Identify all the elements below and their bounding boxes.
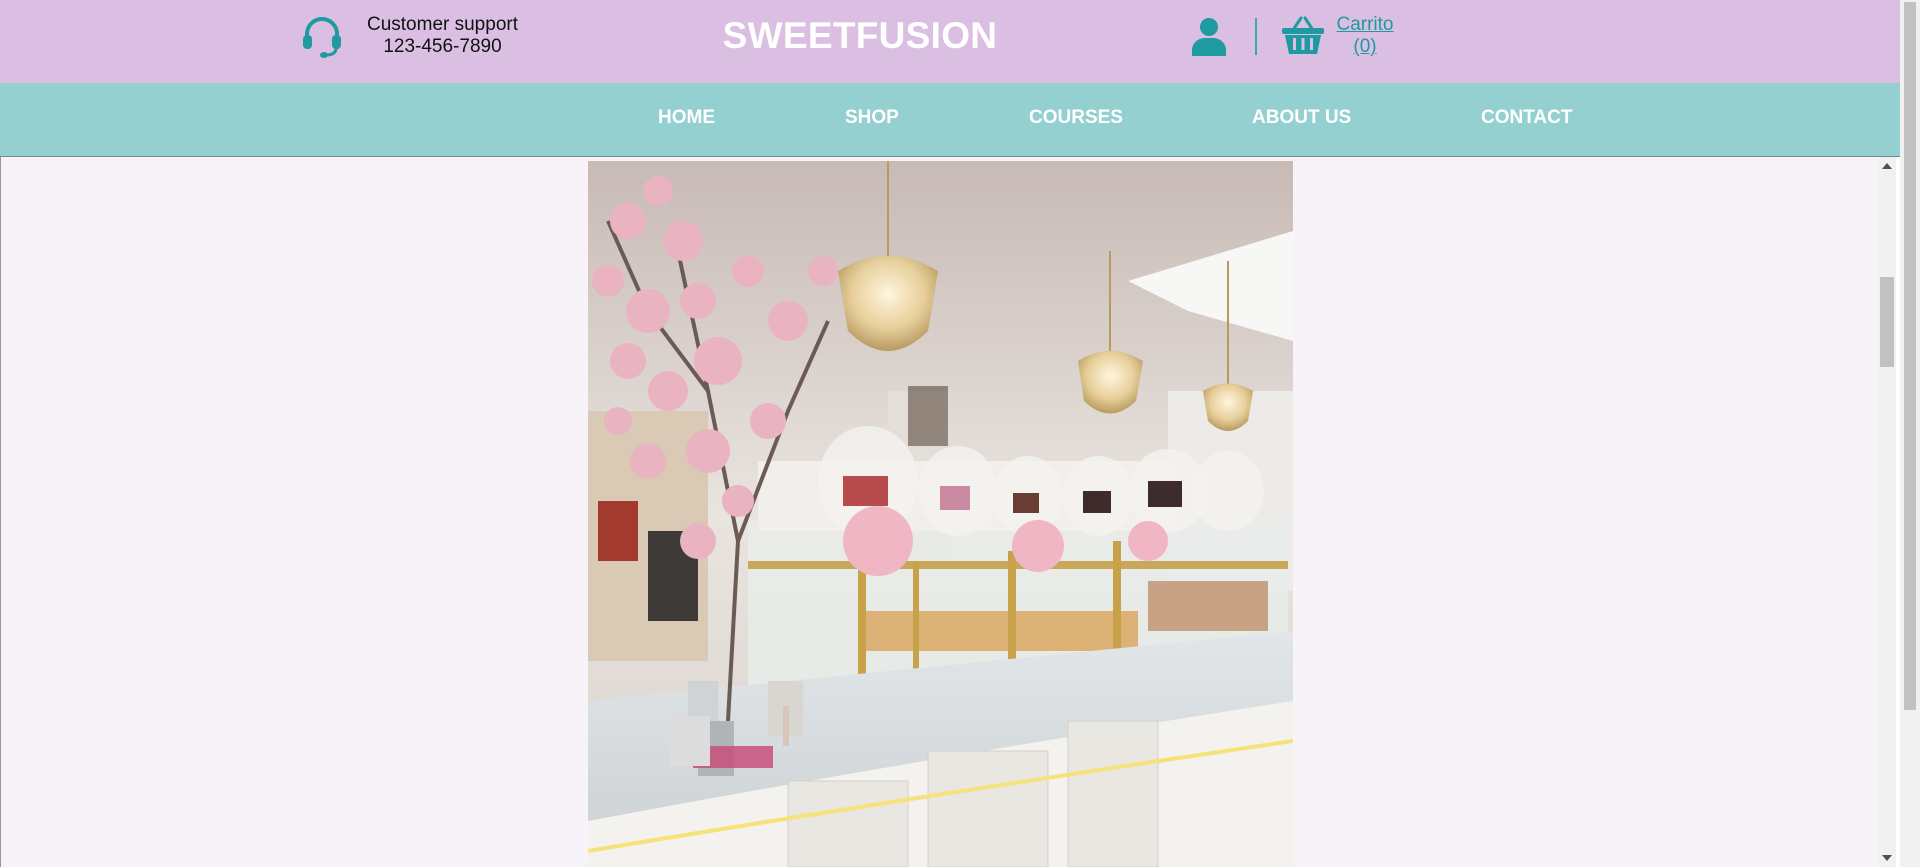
page-scroll-thumb[interactable]: [1904, 2, 1916, 710]
user-icon[interactable]: [1190, 16, 1228, 56]
main-content: [0, 157, 1879, 867]
content-scrollbar[interactable]: [1878, 157, 1896, 867]
cart-label: Carrito: [1336, 14, 1394, 35]
nav-home[interactable]: HOME: [658, 107, 715, 129]
nav-courses[interactable]: COURSES: [1029, 107, 1123, 129]
brand-logo[interactable]: SWEETFUSION: [710, 14, 1010, 58]
customer-support: Customer support 123-456-7890: [360, 14, 525, 58]
basket-icon[interactable]: [1280, 14, 1326, 56]
page-scrollbar[interactable]: [1900, 0, 1920, 867]
nav-contact[interactable]: CONTACT: [1481, 107, 1572, 129]
support-label: Customer support: [366, 14, 518, 35]
bakery-interior-photo: [588, 161, 1293, 867]
header-divider: [1255, 18, 1257, 55]
top-header: Customer support 123-456-7890 SWEETFUSIO…: [0, 0, 1900, 83]
cart-link[interactable]: Carrito (0): [1330, 14, 1400, 58]
page: Customer support 123-456-7890 SWEETFUSIO…: [0, 0, 1920, 867]
scroll-thumb[interactable]: [1880, 277, 1894, 367]
nav-shop[interactable]: SHOP: [845, 107, 899, 129]
main-nav: HOME SHOP COURSES ABOUT US CONTACT: [0, 83, 1900, 157]
scroll-down-arrow-icon[interactable]: [1882, 855, 1892, 861]
headset-icon: [303, 17, 341, 58]
nav-about-us[interactable]: ABOUT US: [1252, 107, 1351, 129]
support-phone: 123-456-7890: [383, 36, 502, 57]
cart-count: (0): [1353, 36, 1377, 57]
scroll-up-arrow-icon[interactable]: [1882, 163, 1892, 169]
